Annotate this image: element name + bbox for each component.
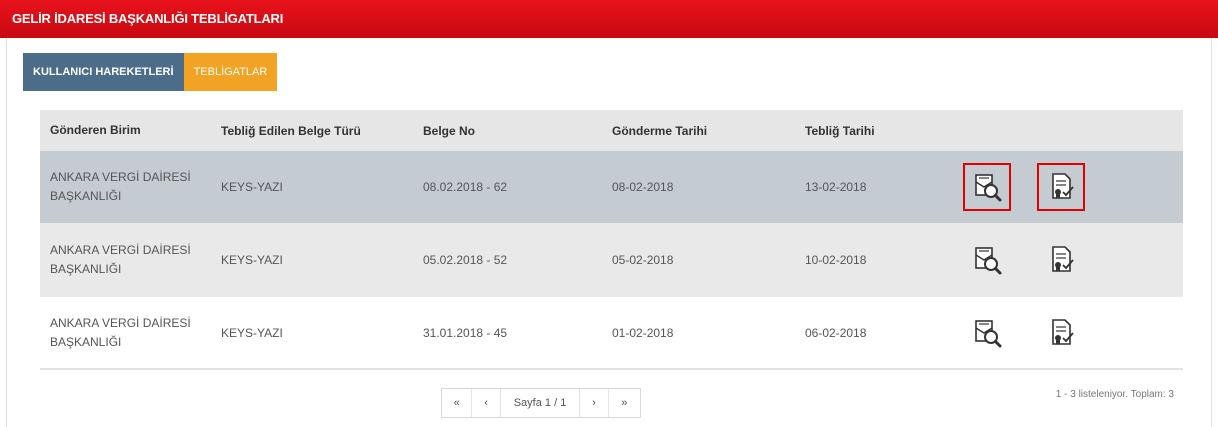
column-header-gonderen-birim: Gönderen Birim <box>50 123 141 137</box>
cell-belge-no: 31.01.2018 - 45 <box>423 325 508 340</box>
certificate-document-icon[interactable] <box>1044 243 1078 277</box>
tab-tebligatlar[interactable]: TEBLİGATLAR <box>183 53 278 91</box>
last-page-button[interactable]: » <box>609 389 640 417</box>
cell-belge-turu: KEYS-YAZI <box>221 253 283 267</box>
first-page-button[interactable]: « <box>442 389 473 417</box>
birim-line: BAŞKANLIĞI <box>50 262 122 276</box>
table-bottom-divider <box>40 368 1183 370</box>
cell-belge-turu: KEYS-YAZI <box>221 325 283 340</box>
column-header-belge-no: Belge No <box>423 123 476 138</box>
tab-bar: KULLANICI HAREKETLERİ TEBLİGATLAR <box>23 53 278 91</box>
cell-actions <box>955 243 1078 277</box>
cell-gonderen-birim: ANKARA VERGİ DAİRESİ BAŞKANLIĞI <box>40 241 221 279</box>
page-indicator: Sayfa 1 / 1 <box>501 389 581 417</box>
page-label: Sayfa <box>513 397 542 409</box>
cell-teblig-tarihi: 13-02-2018 <box>805 180 867 194</box>
cell-gonderme-tarihi: 01-02-2018 <box>612 325 674 340</box>
table-row[interactable]: ANKARA VERGİ DAİRESİ BAŞKANLIĞI KEYS-YAZ… <box>40 297 1183 368</box>
cell-belge-turu: KEYS-YAZI <box>221 180 283 194</box>
tebligat-table: Gönderen Birim Tebliğ Edilen Belge Türü … <box>40 110 1183 368</box>
pagination-info: 1 - 3 listeleniyor. Toplam: 3 <box>1055 389 1174 400</box>
table-row[interactable]: ANKARA VERGİ DAİRESİ BAŞKANLIĞI KEYS-YAZ… <box>40 223 1183 297</box>
table-row[interactable]: ANKARA VERGİ DAİRESİ BAŞKANLIĞI KEYS-YAZ… <box>40 151 1183 223</box>
column-header-teblig-tarihi: Tebliğ Tarihi <box>805 123 875 138</box>
certificate-document-icon[interactable] <box>1037 163 1085 211</box>
certificate-document-icon[interactable] <box>1044 316 1078 350</box>
cell-gonderen-birim: ANKARA VERGİ DAİRESİ BAŞKANLIĞI <box>40 168 221 206</box>
cell-teblig-tarihi: 10-02-2018 <box>805 253 867 267</box>
column-header-belge-turu: Tebliğ Edilen Belge Türü <box>221 123 361 138</box>
cell-gonderme-tarihi: 08-02-2018 <box>612 180 674 194</box>
column-header-gonderme-tarihi: Gönderme Tarihi <box>612 123 708 138</box>
page-value[interactable]: 1 / 1 <box>545 397 566 409</box>
cell-actions <box>955 163 1085 211</box>
cell-teblig-tarihi: 06-02-2018 <box>805 325 867 340</box>
page-title: GELİR İDARESİ BAŞKANLIĞI TEBLİGATLARI <box>12 11 284 26</box>
cell-belge-no: 08.02.2018 - 62 <box>423 180 508 194</box>
document-search-icon[interactable] <box>970 316 1004 350</box>
cell-gonderme-tarihi: 05-02-2018 <box>612 253 674 267</box>
birim-line: ANKARA VERGİ DAİRESİ <box>50 315 191 330</box>
prev-page-button[interactable]: ‹ <box>472 389 501 417</box>
pagination: « ‹ Sayfa 1 / 1 › » <box>441 388 641 418</box>
cell-gonderen-birim: ANKARA VERGİ DAİRESİ BAŞKANLIĞI <box>40 314 221 352</box>
document-search-icon[interactable] <box>963 163 1011 211</box>
birim-line: ANKARA VERGİ DAİRESİ <box>50 170 191 184</box>
page-title-bar: GELİR İDARESİ BAŞKANLIĞI TEBLİGATLARI <box>0 0 1218 38</box>
cell-actions <box>955 316 1078 350</box>
birim-line: ANKARA VERGİ DAİRESİ <box>50 243 191 257</box>
birim-line: BAŞKANLIĞI <box>50 189 122 203</box>
document-search-icon[interactable] <box>970 243 1004 277</box>
birim-line: BAŞKANLIĞI <box>50 334 122 349</box>
next-page-button[interactable]: › <box>580 389 609 417</box>
cell-belge-no: 05.02.2018 - 52 <box>423 253 508 267</box>
tab-kullanici-hareketleri[interactable]: KULLANICI HAREKETLERİ <box>23 53 184 91</box>
table-header: Gönderen Birim Tebliğ Edilen Belge Türü … <box>40 110 1183 151</box>
